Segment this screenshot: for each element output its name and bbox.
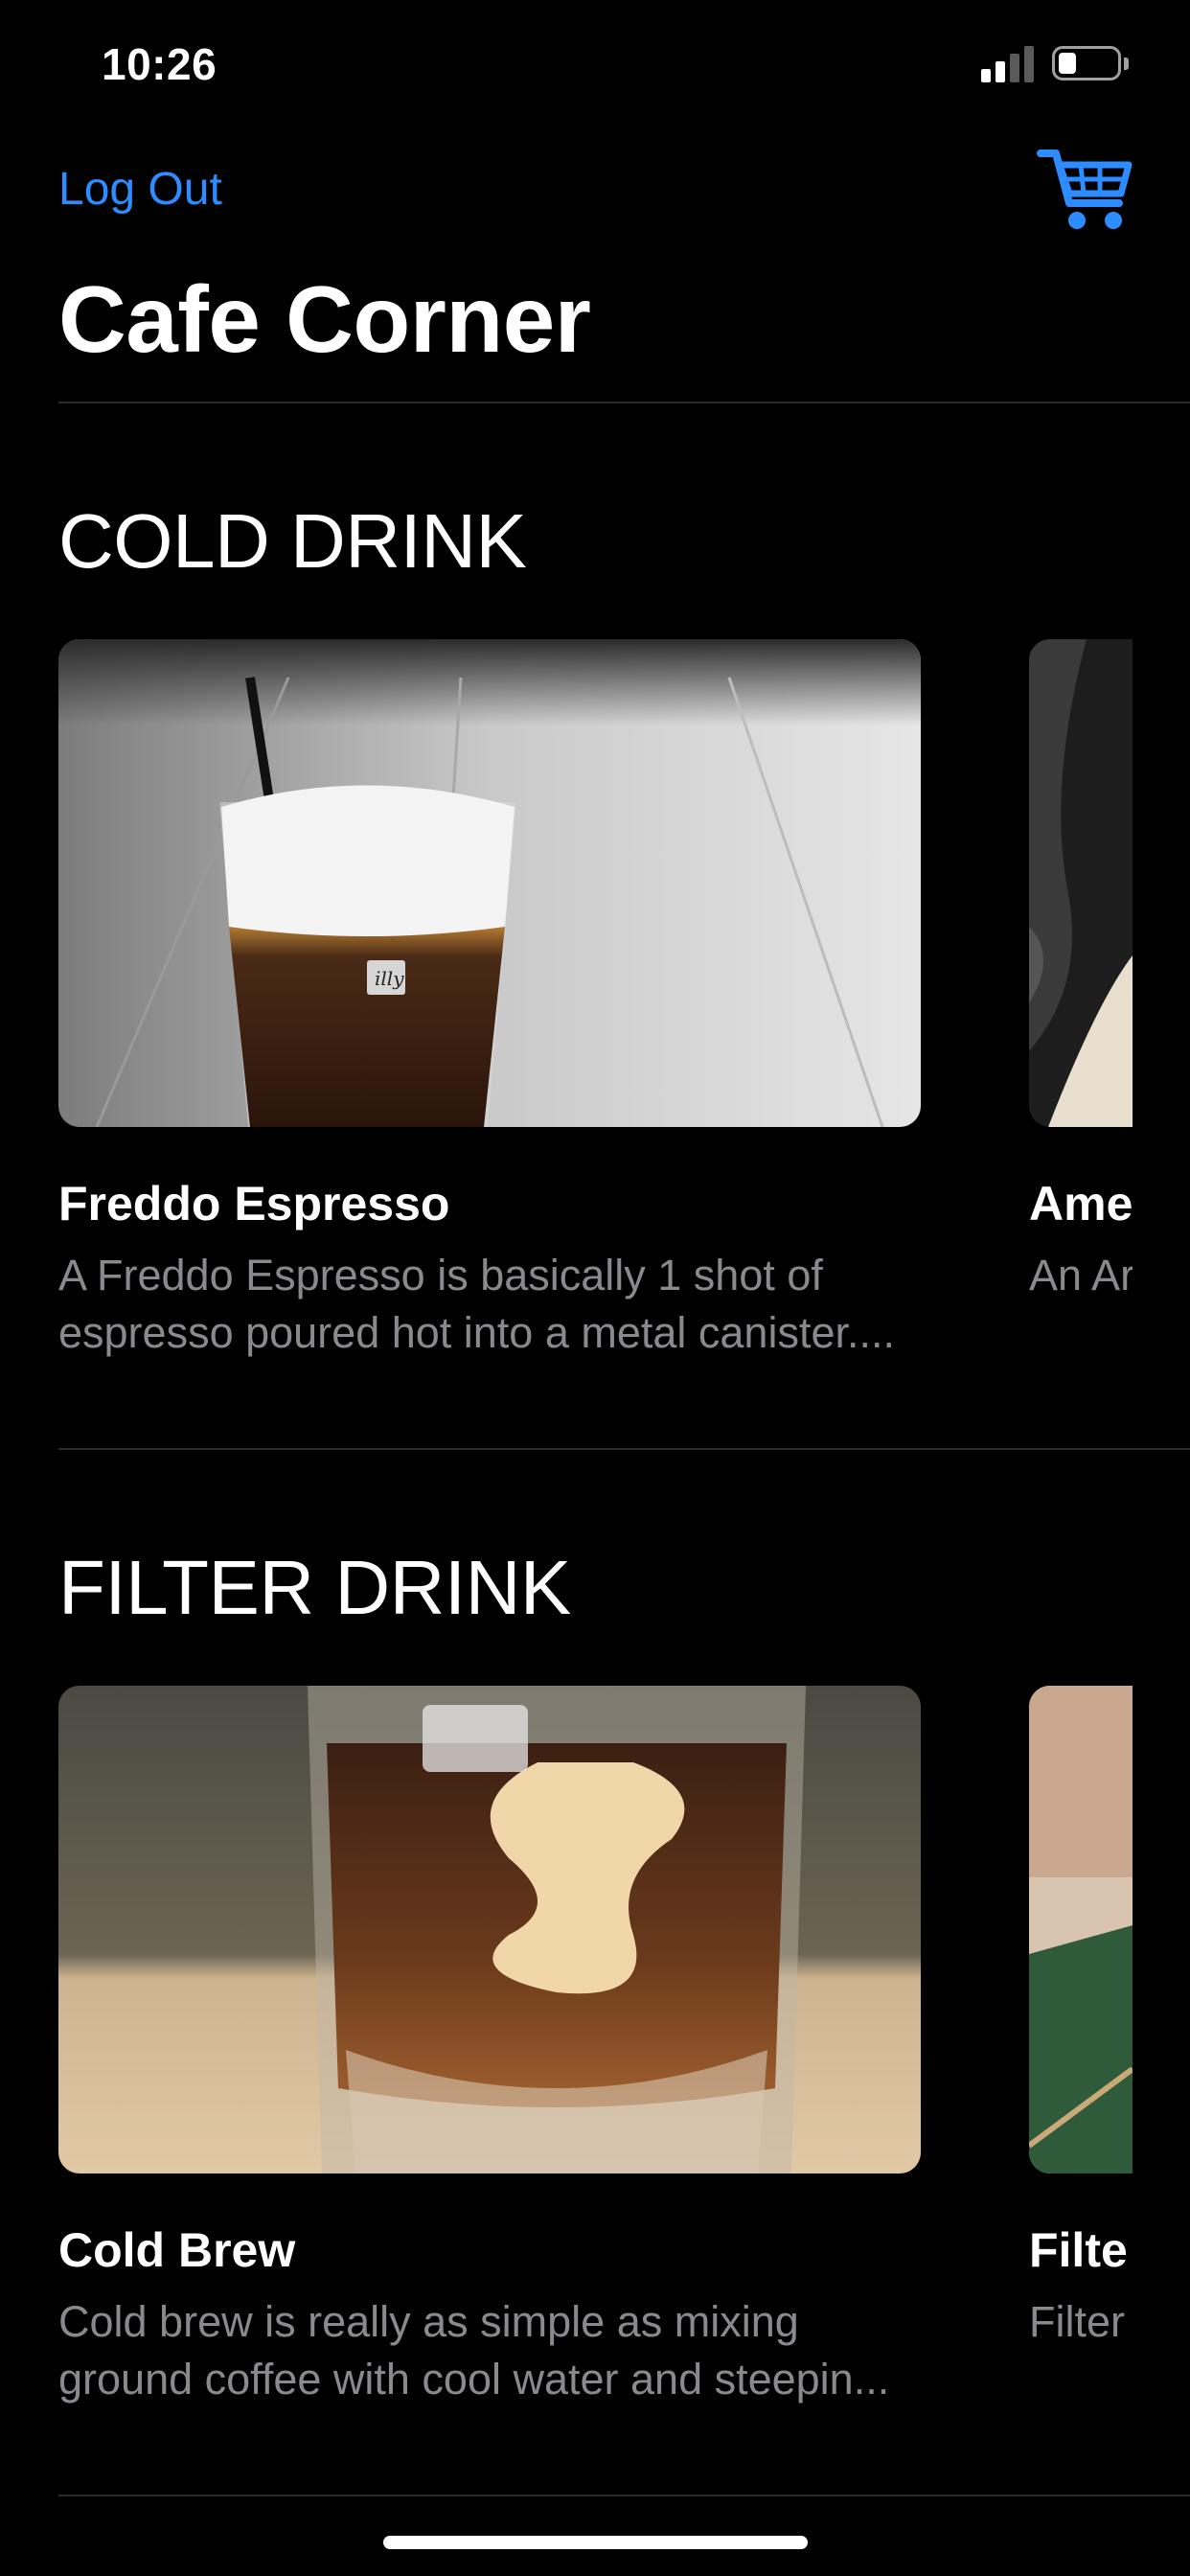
battery-icon xyxy=(1052,46,1121,80)
battery-cap xyxy=(1124,58,1129,70)
product-card-freddo-espresso[interactable]: illy Freddo Espresso A Freddo Espresso i… xyxy=(58,639,921,1368)
product-description: A Freddo Espresso is basically 1 shot of… xyxy=(58,1251,895,1357)
product-description: Cold brew is really as simple as mixing … xyxy=(58,2297,890,2404)
section-title-filter-drink: FILTER DRINK xyxy=(58,1545,571,1630)
product-name: Freddo Espresso xyxy=(58,1177,450,1230)
page-title: Cafe Corner xyxy=(58,266,591,372)
logout-button[interactable]: Log Out xyxy=(58,163,222,216)
product-description: Filter water xyxy=(1029,2297,1133,2346)
cellular-signal-icon xyxy=(981,44,1035,82)
cart-icon[interactable] xyxy=(1037,144,1134,236)
status-time: 10:26 xyxy=(102,39,217,89)
product-name: Cold Brew xyxy=(58,2223,296,2277)
product-card-peek[interactable]: Ame An Ar coffe xyxy=(1029,639,1133,1368)
section-divider xyxy=(58,2495,1190,2496)
product-card-peek[interactable]: Filte Filter water xyxy=(1029,1686,1133,2414)
product-description: An Ar coffe xyxy=(1029,1251,1133,1300)
product-card-cold-brew[interactable]: Cold Brew Cold brew is really as simple … xyxy=(58,1686,921,2414)
home-indicator[interactable] xyxy=(383,2536,808,2549)
product-name: Ame xyxy=(1029,1177,1133,1230)
section-title-cold-drink: COLD DRINK xyxy=(58,498,527,584)
header-divider xyxy=(58,402,1190,403)
svg-text:illy: illy xyxy=(375,967,404,990)
filter-coffee-image xyxy=(1029,1686,1133,2174)
status-bar: 10:26 xyxy=(0,0,1190,125)
product-name: Filte xyxy=(1029,2223,1128,2277)
section-divider xyxy=(58,1448,1190,1450)
freddo-espresso-image: illy xyxy=(58,639,921,1127)
cold-brew-image xyxy=(58,1686,921,2174)
americano-image xyxy=(1029,639,1133,1127)
